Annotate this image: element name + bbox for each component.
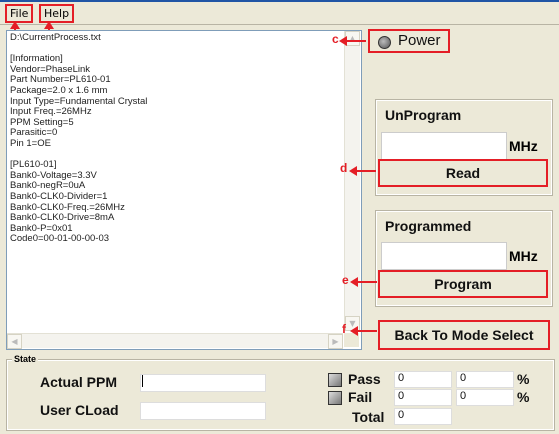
scroll-right-icon[interactable]: ▶ [328,334,343,349]
programmed-unit: MHz [509,248,538,264]
text-line: D:\CurrentProcess.txt [10,32,101,43]
app-window: File Help a b D:\CurrentProcess.txt [Inf… [0,0,559,434]
total-count: 0 [398,409,405,421]
power-toggle[interactable]: Power [368,29,450,53]
programmed-title: Programmed [385,218,472,234]
marker-c-arrow [339,36,366,46]
actual-ppm-field[interactable] [140,374,266,392]
fail-percent-symbol: % [517,389,530,405]
marker-f: f [342,322,346,336]
pass-percent-symbol: % [517,371,530,387]
process-text-content: D:\CurrentProcess.txt [Information] Vendo… [10,32,340,245]
marker-e: e [342,273,349,287]
scroll-left-icon[interactable]: ◀ [7,334,22,349]
marker-d: d [340,161,348,175]
text-line: Parasitic=0 [10,127,58,139]
fail-indicator-icon [328,391,342,405]
state-title: State [12,354,39,364]
marker-c: c [332,32,339,46]
unprogram-title: UnProgram [385,107,462,123]
horizontal-scrollbar[interactable]: ◀ ▶ [7,333,343,349]
menu-bar [0,2,559,25]
read-button[interactable]: Read [378,159,548,187]
pass-count: 0 [398,372,405,384]
unprogram-unit: MHz [509,138,538,154]
unprogram-frequency-field[interactable] [381,132,507,160]
user-cload-label: User CLoad [40,402,119,418]
pass-label: Pass [348,371,381,387]
text-line: Pin 1=OE [10,137,51,149]
programmed-frequency-field[interactable] [381,242,507,270]
text-line [10,150,340,161]
marker-e-arrow [350,277,377,287]
scroll-up-icon[interactable]: ▲ [345,31,360,46]
text-line: Code0=00-01-00-00-03 [10,233,110,245]
marker-f-arrow [350,326,377,336]
marker-d-arrow [349,166,376,176]
pass-indicator-icon [328,373,342,387]
text-line: Package=2.0 x 1.6 mm [10,84,108,96]
program-button[interactable]: Program [378,270,548,298]
user-cload-field[interactable] [140,402,266,420]
text-line: PPM Setting=5 [10,116,74,128]
pass-percent: 0 [460,372,467,384]
back-to-mode-select-button[interactable]: Back To Mode Select [378,320,550,350]
total-label: Total [352,409,385,425]
actual-ppm-label: Actual PPM [40,374,118,390]
power-radio-icon[interactable] [378,36,391,49]
text-line: Bank0-CLK0-Divider=1 [10,190,108,202]
fail-label: Fail [348,389,373,405]
text-cursor [142,375,143,387]
power-label: Power [398,32,441,49]
fail-percent: 0 [460,390,467,402]
fail-count: 0 [398,390,405,402]
